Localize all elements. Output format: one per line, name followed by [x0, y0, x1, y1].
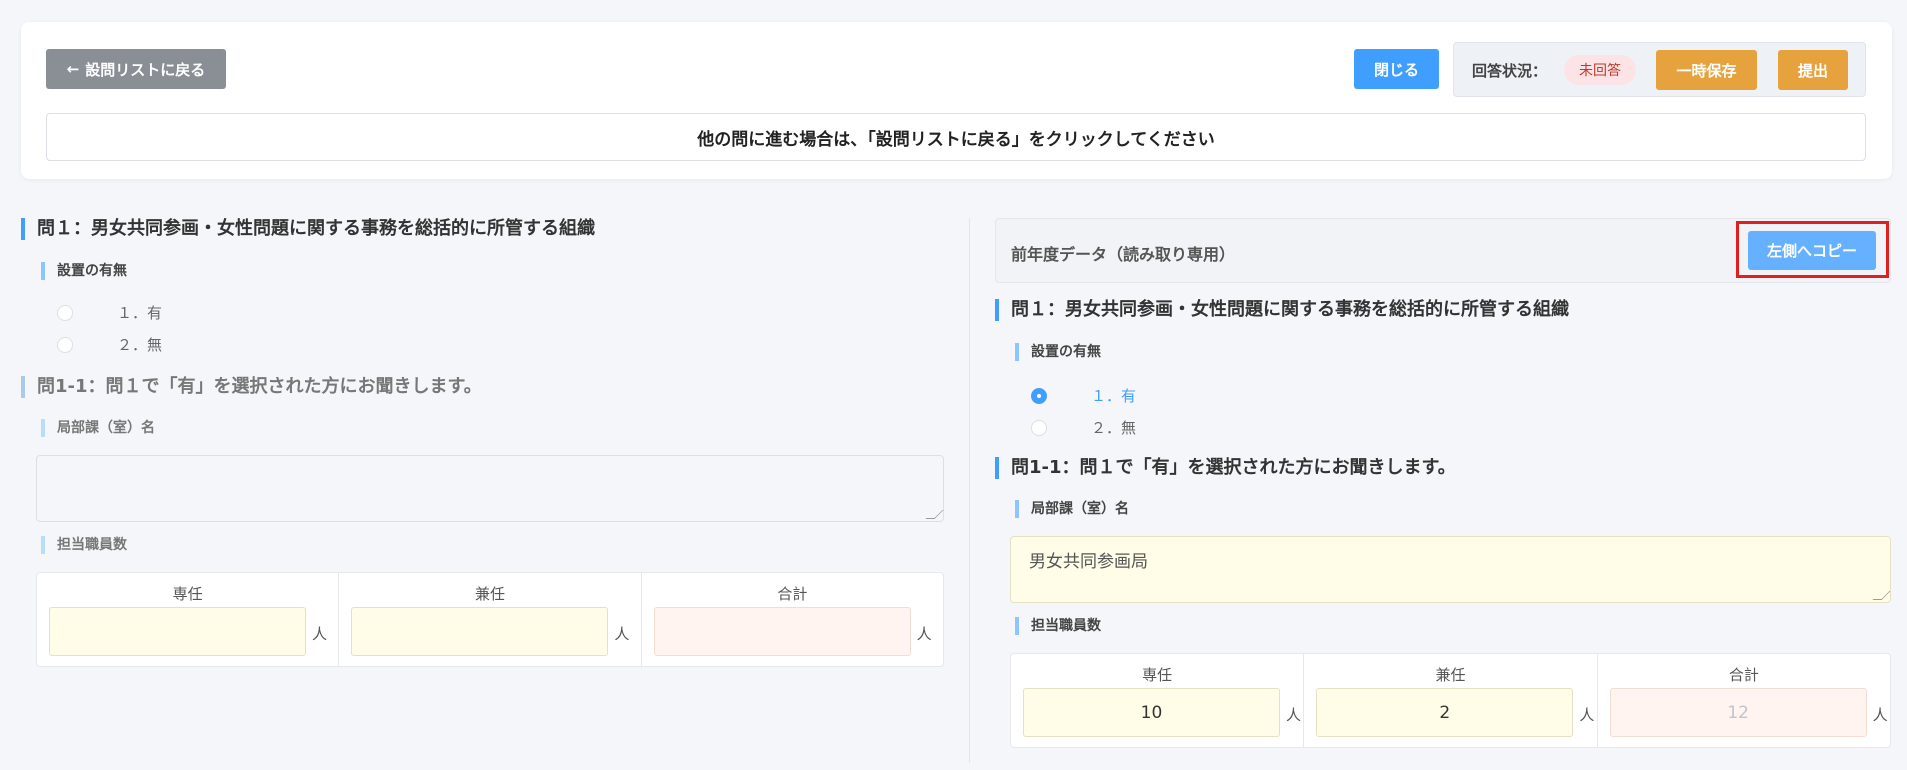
staff-col-total: 合計 人: [642, 573, 943, 666]
unit-label: 人: [1872, 706, 1888, 724]
staff-col-header: 専任: [1142, 666, 1173, 684]
prev-year-title: 前年度データ（読み取り専用）: [1011, 245, 1236, 264]
unit-label: 人: [916, 625, 932, 643]
column-divider: [969, 218, 970, 763]
right-setup-label: 設置の有無: [1015, 343, 1101, 361]
radio-icon: [1031, 419, 1047, 436]
close-button[interactable]: 閉じる: [1354, 49, 1439, 89]
left-concurrent-input[interactable]: [351, 607, 609, 656]
left-q1-1-title: 問1-1：問１で「有」を選択された方にお聞きします。: [21, 376, 482, 398]
arrow-left-icon: ←: [66, 60, 80, 78]
back-to-list-label: 設問リストに戻る: [85, 60, 206, 79]
left-q1-title: 問１：男女共同参画・女性問題に関する事務を総括的に所管する組織: [21, 218, 595, 240]
staff-col-concurrent: 兼任 人: [339, 573, 642, 666]
radio-icon[interactable]: [57, 336, 73, 353]
staff-col-fulltime: 専任 10 人: [1011, 654, 1305, 747]
left-option-no[interactable]: ２．無: [57, 334, 162, 355]
staff-col-header: 合計: [1728, 666, 1759, 684]
right-option-no: ２．無: [1031, 417, 1136, 438]
right-dept-field: 男女共同参画局: [1010, 536, 1891, 603]
right-staff-table: 専任 10 人 兼任 2 人 合計 12 人: [1010, 653, 1891, 748]
temp-save-button[interactable]: 一時保存: [1656, 50, 1757, 90]
left-dept-input[interactable]: [36, 455, 944, 522]
right-total-field: 12: [1609, 688, 1867, 737]
status-badge: 未回答: [1564, 55, 1636, 85]
status-label: 回答状況：: [1472, 62, 1548, 80]
right-option-yes: １．有: [1031, 385, 1136, 406]
notice-banner: 他の問に進む場合は、「設問リストに戻る」をクリックしてください: [46, 113, 1866, 161]
answer-status-panel: 回答状況： 未回答 一時保存 提出: [1453, 42, 1866, 97]
option-label: ２．無: [1091, 419, 1137, 437]
submit-button[interactable]: 提出: [1778, 50, 1848, 90]
left-fulltime-input[interactable]: [49, 607, 306, 656]
radio-icon[interactable]: [57, 304, 73, 321]
staff-col-header: 合計: [777, 585, 808, 603]
unit-label: 人: [1286, 706, 1302, 724]
highlight-box: [1736, 221, 1889, 278]
staff-col-concurrent: 兼任 2 人: [1304, 654, 1598, 747]
left-staff-label: 担当職員数: [41, 536, 127, 554]
unit-label: 人: [614, 625, 630, 643]
back-to-list-button[interactable]: ← 設問リストに戻る: [46, 49, 226, 89]
right-fulltime-field: 10: [1023, 688, 1280, 737]
right-q1-title: 問１：男女共同参画・女性問題に関する事務を総括的に所管する組織: [995, 299, 1569, 321]
right-concurrent-field: 2: [1316, 688, 1574, 737]
staff-col-total: 合計 12 人: [1598, 654, 1890, 747]
unit-label: 人: [1579, 706, 1595, 724]
unit-label: 人: [312, 625, 328, 643]
right-staff-label: 担当職員数: [1015, 617, 1101, 635]
left-setup-label: 設置の有無: [41, 262, 127, 280]
staff-col-fulltime: 専任 人: [37, 573, 340, 666]
radio-checked-icon: [1031, 387, 1047, 404]
left-option-yes[interactable]: １．有: [57, 302, 162, 323]
left-total-input: [653, 607, 911, 656]
staff-col-header: 兼任: [1435, 666, 1466, 684]
option-label: ２．無: [117, 336, 163, 354]
left-staff-table: 専任 人 兼任 人 合計 人: [36, 572, 944, 667]
staff-col-header: 兼任: [474, 585, 505, 603]
right-dept-label: 局部課（室）名: [1015, 500, 1129, 518]
staff-col-header: 専任: [172, 585, 203, 603]
option-label: １．有: [117, 304, 163, 322]
header-card: ← 設問リストに戻る 閉じる 回答状況： 未回答 一時保存 提出 他の問に進む場…: [21, 22, 1892, 179]
left-dept-label: 局部課（室）名: [41, 419, 155, 437]
option-label: １．有: [1091, 387, 1137, 405]
right-q1-1-title: 問1-1：問１で「有」を選択された方にお聞きします。: [995, 457, 1456, 479]
